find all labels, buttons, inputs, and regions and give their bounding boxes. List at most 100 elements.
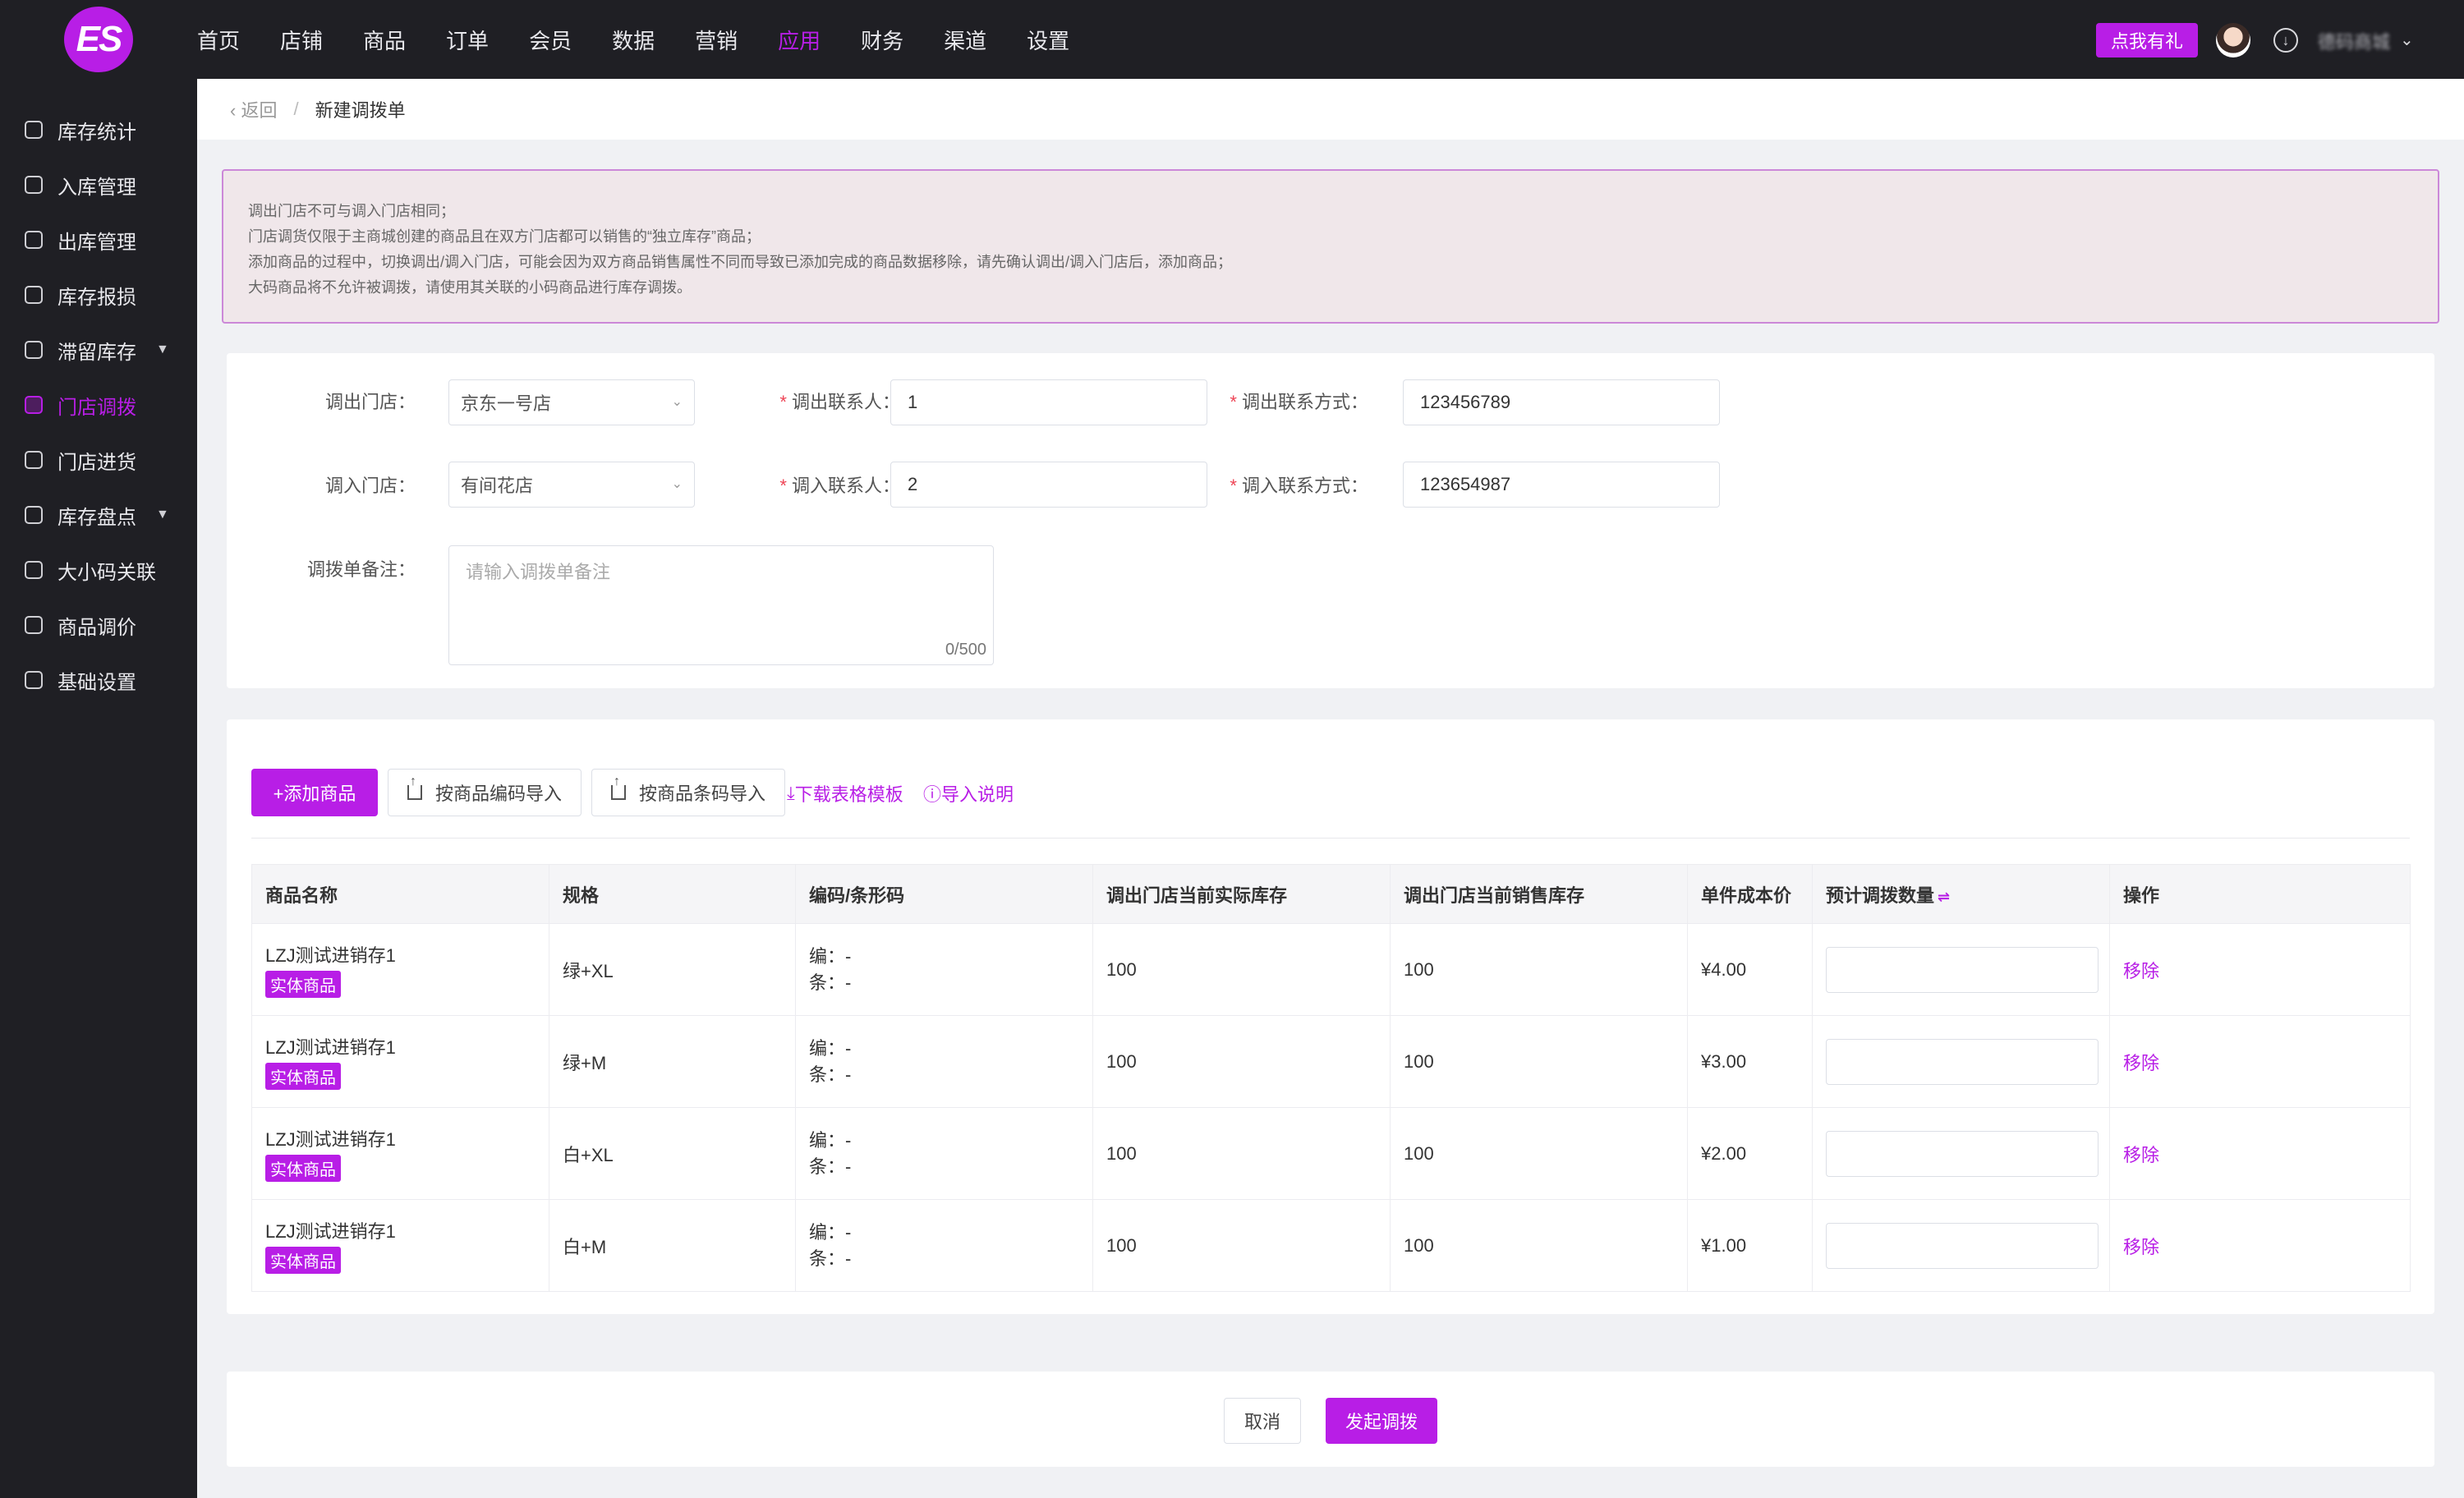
notice-line: 大码商品将不允许被调拨，请使用其关联的小码商品进行库存调拨。 bbox=[248, 279, 692, 296]
nav-item-goods[interactable]: 商品 bbox=[363, 25, 406, 55]
cell-qty bbox=[1812, 1107, 2110, 1200]
qty-input[interactable] bbox=[1826, 1130, 2099, 1177]
col-header-actual-stock: 调出门店当前实际库存 bbox=[1092, 864, 1391, 924]
caret-down-icon: ▼ bbox=[156, 342, 169, 356]
cell-cost: ¥2.00 bbox=[1687, 1107, 1813, 1200]
import-by-barcode-button[interactable]: 按商品条码导入 bbox=[591, 769, 785, 816]
cell-name: LZJ测试进销存1 实体商品 bbox=[251, 1107, 549, 1200]
nav-item-data[interactable]: 数据 bbox=[612, 25, 655, 55]
add-product-button[interactable]: +添加商品 bbox=[251, 769, 378, 816]
sidebar-item-stock-loss[interactable]: 库存报损 bbox=[25, 278, 189, 311]
remove-button[interactable]: 移除 bbox=[2123, 1053, 2159, 1073]
cell-action: 移除 bbox=[2109, 1107, 2411, 1200]
cell-spec: 绿+M bbox=[549, 1015, 796, 1108]
remark-counter: 0/500 bbox=[945, 641, 986, 659]
sort-icon[interactable]: ⇌ bbox=[1938, 889, 1950, 905]
qty-input[interactable] bbox=[1826, 1222, 2099, 1269]
promo-button[interactable]: 点我有礼 bbox=[2096, 23, 2198, 57]
divider bbox=[251, 838, 2410, 839]
cell-name: LZJ测试进销存1 实体商品 bbox=[251, 1015, 549, 1108]
sidebar-item-stagnant[interactable]: 滞留库存 ▼ bbox=[25, 333, 189, 366]
back-link[interactable]: ‹ 返回 bbox=[230, 96, 277, 122]
in-contact-input[interactable]: 2 bbox=[890, 462, 1207, 508]
remove-button[interactable]: 移除 bbox=[2123, 1237, 2159, 1257]
chevron-down-icon[interactable]: ⌄ bbox=[2400, 30, 2414, 50]
cell-sale-stock: 100 bbox=[1390, 1199, 1688, 1292]
cell-sale-stock: 100 bbox=[1390, 923, 1688, 1016]
out-store-select[interactable]: 京东一号店 ⌄ bbox=[448, 379, 695, 425]
question-icon: ⓘ bbox=[923, 784, 942, 805]
sidebar: 库存统计 入库管理 出库管理 库存报损 滞留库存 ▼ 门店调拨 门店进货 库存盘点… bbox=[0, 79, 197, 1498]
sidebar-item-size-link[interactable]: 大小码关联 bbox=[25, 554, 189, 586]
table-header: 商品名称 规格 编码/条形码 调出门店当前实际库存 调出门店当前销售库存 单件成… bbox=[251, 864, 2411, 924]
import-by-code-button[interactable]: 按商品编码导入 bbox=[388, 769, 582, 816]
submit-transfer-button[interactable]: 发起调拨 bbox=[1326, 1398, 1437, 1444]
sidebar-item-store-purchase[interactable]: 门店进货 bbox=[25, 443, 189, 476]
in-store-select[interactable]: 有间花店 ⌄ bbox=[448, 462, 695, 508]
cell-code: 编：- 条：- bbox=[795, 1107, 1093, 1200]
table-row: LZJ测试进销存1 实体商品 绿+M 编：- 条：- 100 100 ¥3.00 移… bbox=[251, 1015, 2411, 1108]
avatar[interactable] bbox=[2216, 23, 2250, 57]
nav-item-members[interactable]: 会员 bbox=[529, 25, 572, 55]
in-store-label: 调入门店： bbox=[324, 476, 416, 496]
product-type-tag: 实体商品 bbox=[265, 1155, 341, 1182]
remove-button[interactable]: 移除 bbox=[2123, 1145, 2159, 1165]
cell-action: 移除 bbox=[2109, 923, 2411, 1016]
notice-box: 调出门店不可与调入门店相同； 门店调货仅限于主商城创建的商品且在双方门店都可以销… bbox=[222, 169, 2439, 324]
breadcrumb: ‹ 返回 / 新建调拨单 bbox=[197, 79, 2464, 140]
nav-item-apps[interactable]: 应用 bbox=[778, 25, 821, 55]
cell-sale-stock: 100 bbox=[1390, 1015, 1688, 1108]
sidebar-item-price-adjust[interactable]: 商品调价 bbox=[25, 609, 189, 641]
out-contact-input[interactable]: 1 bbox=[890, 379, 1207, 425]
notice-line: 添加商品的过程中，切换调出/调入门店，可能会因为双方商品销售属性不同而导致已添加… bbox=[248, 254, 1232, 270]
sidebar-item-basic-settings[interactable]: 基础设置 bbox=[25, 664, 189, 696]
cancel-button[interactable]: 取消 bbox=[1224, 1398, 1301, 1444]
nav-item-home[interactable]: 首页 bbox=[197, 25, 240, 55]
qty-input[interactable] bbox=[1826, 1038, 2099, 1085]
cell-action: 移除 bbox=[2109, 1015, 2411, 1108]
cell-actual-stock: 100 bbox=[1092, 923, 1391, 1016]
cell-cost: ¥3.00 bbox=[1687, 1015, 1813, 1108]
out-store-label: 调出门店： bbox=[324, 392, 416, 412]
cell-name: LZJ测试进销存1 实体商品 bbox=[251, 923, 549, 1016]
in-contact-label: * 调入联系人： bbox=[779, 476, 900, 496]
cell-spec: 白+XL bbox=[549, 1107, 796, 1200]
cell-sale-stock: 100 bbox=[1390, 1107, 1688, 1200]
import-help-link[interactable]: ⓘ 导入说明 bbox=[923, 780, 1014, 806]
out-phone-input[interactable]: 123456789 bbox=[1403, 379, 1720, 425]
sidebar-item-outbound[interactable]: 出库管理 bbox=[25, 223, 189, 256]
col-header-qty[interactable]: 预计调拨数量 ⇌ bbox=[1812, 864, 2110, 924]
col-header-cost: 单件成本价 bbox=[1687, 864, 1813, 924]
download-icon[interactable]: ↓ bbox=[2273, 28, 2298, 53]
cell-code: 编：- 条：- bbox=[795, 1015, 1093, 1108]
table-row: LZJ测试进销存1 实体商品 白+M 编：- 条：- 100 100 ¥1.00 移… bbox=[251, 1199, 2411, 1292]
products-panel: +添加商品 按商品编码导入 按商品条码导入 ⤓下载表格模板 ⓘ导入说明 商品名称… bbox=[227, 719, 2434, 1314]
brand-logo[interactable]: ES bbox=[64, 7, 133, 72]
remark-textarea[interactable]: 请输入调拨单备注 0/500 bbox=[448, 545, 994, 665]
sidebar-item-stocktake[interactable]: 库存盘点 ▼ bbox=[25, 499, 189, 531]
nav-item-marketing[interactable]: 营销 bbox=[695, 25, 738, 55]
caret-down-icon: ▼ bbox=[156, 508, 169, 522]
sidebar-item-stock-stats[interactable]: 库存统计 bbox=[25, 113, 189, 146]
username[interactable]: 德码商城 bbox=[2318, 28, 2390, 54]
breadcrumb-separator: / bbox=[293, 99, 299, 119]
col-header-code: 编码/条形码 bbox=[795, 864, 1093, 924]
nav-item-shop[interactable]: 店铺 bbox=[280, 25, 323, 55]
cell-qty bbox=[1812, 923, 2110, 1016]
nav-item-settings[interactable]: 设置 bbox=[1027, 25, 1069, 55]
remove-button[interactable]: 移除 bbox=[2123, 961, 2159, 981]
footer-actions: 取消 发起调拨 bbox=[227, 1372, 2434, 1467]
sidebar-item-inbound[interactable]: 入库管理 bbox=[25, 168, 189, 201]
table-row: LZJ测试进销存1 实体商品 白+XL 编：- 条：- 100 100 ¥2.00 … bbox=[251, 1107, 2411, 1200]
download-template-link[interactable]: ⤓ 下载表格模板 bbox=[787, 780, 903, 806]
in-phone-input[interactable]: 123654987 bbox=[1403, 462, 1720, 508]
top-nav: 首页 店铺 商品 订单 会员 数据 营销 应用 财务 渠道 设置 bbox=[197, 0, 1110, 79]
upload-icon bbox=[610, 774, 626, 800]
nav-item-orders[interactable]: 订单 bbox=[446, 25, 489, 55]
nav-item-finance[interactable]: 财务 bbox=[861, 25, 903, 55]
nav-item-channels[interactable]: 渠道 bbox=[944, 25, 986, 55]
product-type-tag: 实体商品 bbox=[265, 971, 341, 998]
sidebar-item-store-transfer[interactable]: 门店调拨 bbox=[25, 388, 189, 421]
chevron-down-icon: ⌄ bbox=[671, 477, 683, 491]
qty-input[interactable] bbox=[1826, 946, 2099, 993]
